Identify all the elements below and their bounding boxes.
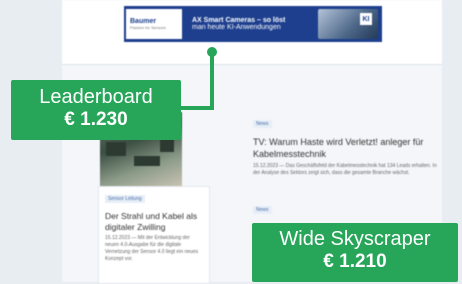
leaderboard-price-callout: Leaderboard € 1.230 xyxy=(11,80,181,140)
skyscraper-price-callout: Wide Skyscraper € 1.210 xyxy=(252,223,458,282)
callout-price: € 1.210 xyxy=(323,251,387,272)
callout-name: Wide Skyscraper xyxy=(279,228,431,250)
callout-price: € 1.230 xyxy=(64,109,128,130)
callout-name: Leaderboard xyxy=(39,86,153,108)
